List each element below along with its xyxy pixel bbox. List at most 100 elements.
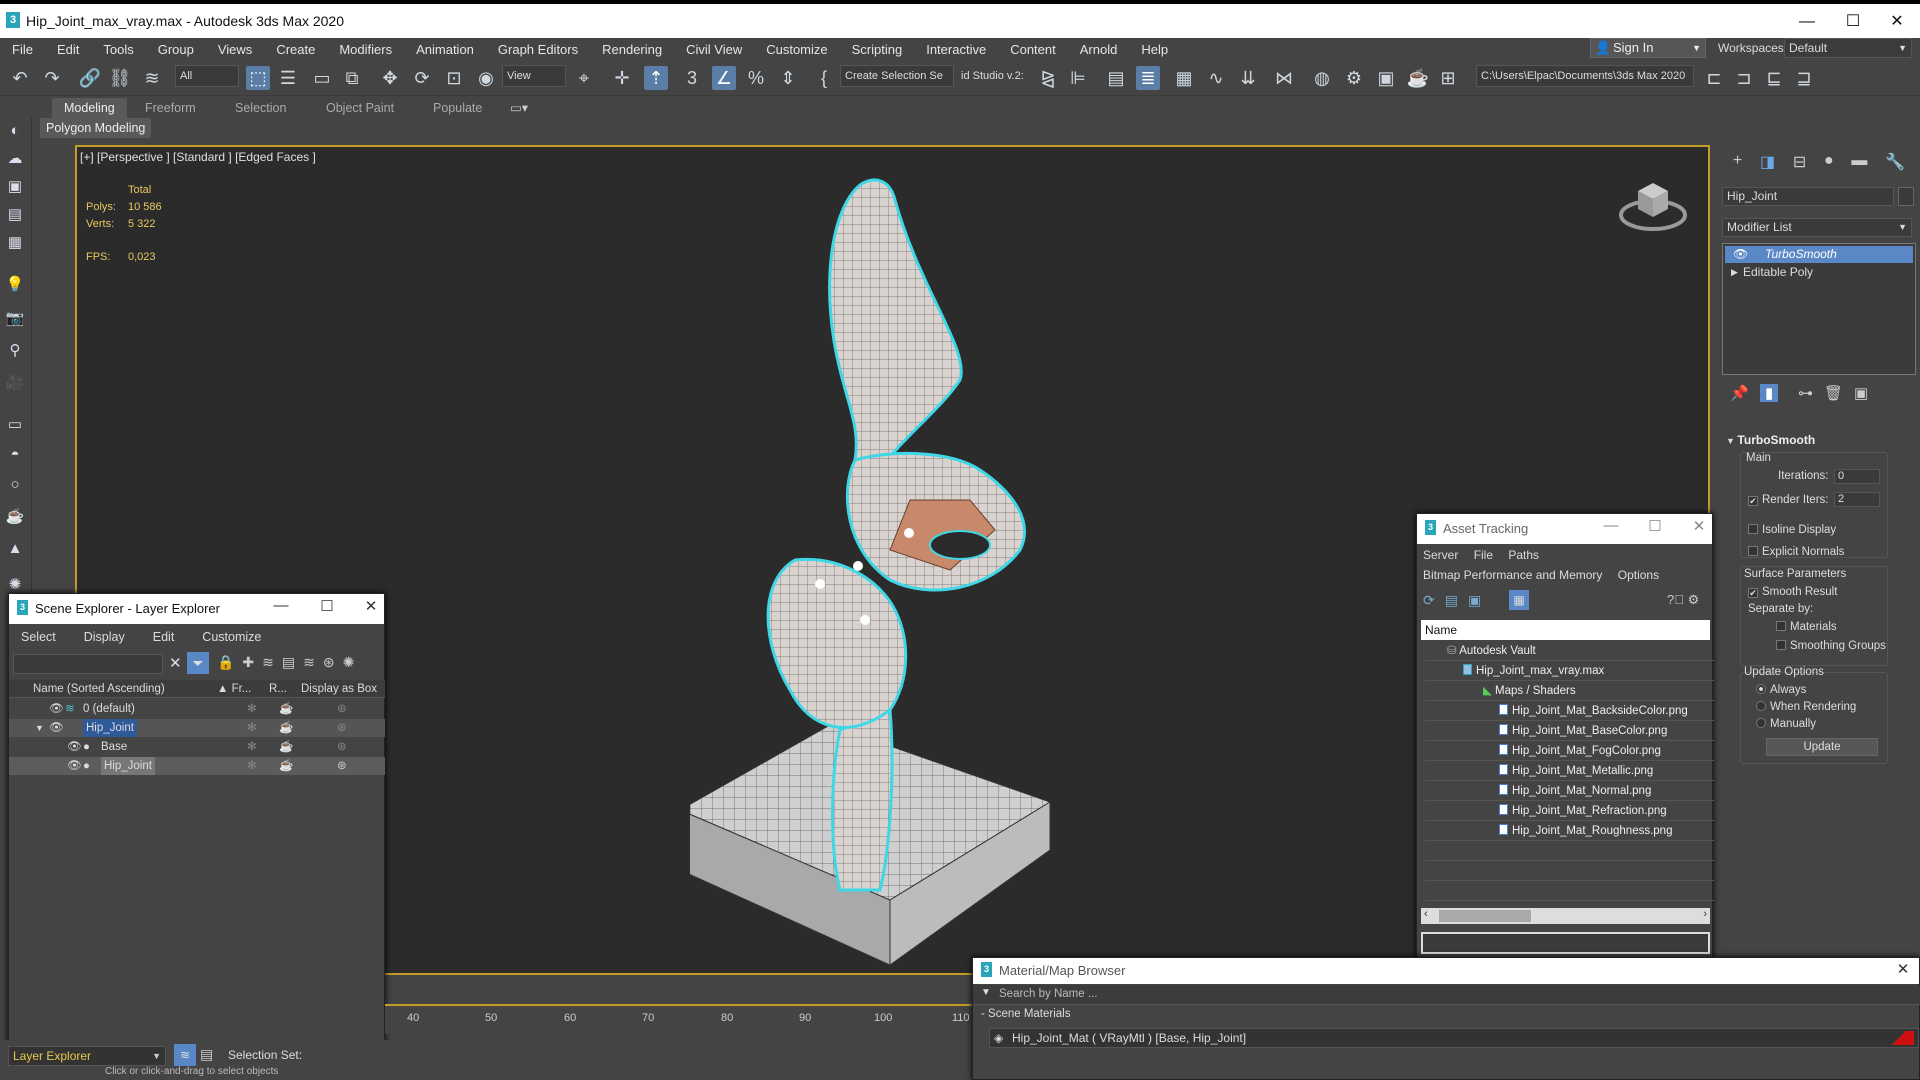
place-icon[interactable]: ◉: [474, 66, 498, 90]
horizontal-scrollbar[interactable]: ‹ ›: [1421, 908, 1710, 924]
list-item[interactable]: Hip_Joint_Mat_BaseColor.png: [1425, 722, 1714, 741]
redo-icon[interactable]: ↷: [40, 66, 64, 90]
table-row[interactable]: 👁 ● Base ✻ ☕ ⊛: [9, 738, 385, 756]
toggle-layer-explorer-icon[interactable]: ≣: [1136, 66, 1160, 90]
edit-named-selection-icon[interactable]: {: [812, 66, 836, 90]
eye-icon[interactable]: 👁: [67, 757, 82, 775]
expand-arrow-icon[interactable]: ▶: [1731, 264, 1738, 281]
menu-modifiers[interactable]: Modifiers: [327, 42, 404, 57]
toggle-ribbon-icon[interactable]: ▦: [1172, 66, 1196, 90]
close-button[interactable]: ✕: [359, 597, 383, 615]
menu-civil-view[interactable]: Civil View: [674, 42, 754, 57]
curve-editor-icon[interactable]: ∿: [1204, 66, 1228, 90]
project-open-icon[interactable]: ⊑: [1762, 66, 1786, 90]
selection-filter-dropdown[interactable]: All: [175, 65, 239, 87]
unlink-icon[interactable]: ⛓: [108, 66, 132, 90]
teapot-icon[interactable]: ☕: [279, 757, 293, 775]
eye-icon[interactable]: 👁: [49, 700, 64, 718]
snaps-toggle-icon[interactable]: 3: [680, 66, 704, 90]
collapse-icon[interactable]: ▼: [35, 719, 44, 737]
list-item[interactable]: Hip_Joint_max_vray.max: [1425, 662, 1714, 681]
stack-item-turbosmooth[interactable]: 👁 TurboSmooth: [1725, 246, 1913, 263]
viewport-label[interactable]: [+] [Perspective ] [Standard ] [Edged Fa…: [80, 150, 316, 164]
toggle-scene-explorer-icon[interactable]: ▤: [1104, 66, 1128, 90]
mirror-icon[interactable]: ⧎: [1036, 66, 1060, 90]
tab-populate[interactable]: Populate: [433, 98, 482, 118]
viewport-layout-icon[interactable]: ◐: [4, 120, 26, 142]
maximize-button[interactable]: ☐: [1838, 10, 1868, 34]
menu-select[interactable]: Select: [21, 630, 56, 644]
tab-modeling[interactable]: Modeling: [52, 98, 127, 118]
bind-spacewarp-icon[interactable]: ≋: [140, 66, 164, 90]
menu-graph-editors[interactable]: Graph Editors: [486, 42, 590, 57]
scene-explorer-titlebar[interactable]: 3 Scene Explorer - Layer Explorer — ☐ ✕: [9, 594, 384, 624]
teapot-icon[interactable]: ☕: [279, 738, 293, 756]
when-rendering-radio[interactable]: When Rendering: [1756, 701, 1856, 713]
scrollbar-thumb[interactable]: [1439, 910, 1531, 922]
show-end-result-icon[interactable]: ▮: [1760, 384, 1779, 402]
asset-tracking-titlebar[interactable]: 3 Asset Tracking — ☐ ✕: [1417, 514, 1712, 544]
menu-interactive[interactable]: Interactive: [914, 42, 998, 57]
menu-customize[interactable]: Customize: [202, 630, 261, 644]
cone-icon[interactable]: ▲: [4, 538, 26, 560]
box-icon[interactable]: ▭: [4, 414, 26, 436]
object-icon[interactable]: ▣: [4, 176, 26, 198]
menu-customize[interactable]: Customize: [754, 42, 839, 57]
smoothing-groups-checkbox[interactable]: Smoothing Groups: [1776, 640, 1886, 652]
minimize-button[interactable]: —: [1599, 517, 1623, 534]
freeze-icon[interactable]: ✻: [247, 719, 257, 737]
box-icon[interactable]: ⊛: [337, 719, 347, 737]
scroll-left-icon[interactable]: ‹: [1424, 908, 1428, 920]
list-item[interactable]: Hip_Joint_Mat_BacksideColor.png: [1425, 702, 1714, 721]
link-icon[interactable]: 🔗: [78, 66, 102, 90]
menu-scripting[interactable]: Scripting: [840, 42, 915, 57]
project-folder-icon[interactable]: ⊏: [1702, 66, 1726, 90]
utilities-tab-icon[interactable]: 🔧: [1885, 152, 1905, 176]
materials-checkbox[interactable]: Materials: [1776, 621, 1837, 633]
dope-sheet-icon[interactable]: ⇊: [1236, 66, 1260, 90]
window-crossing-icon[interactable]: ⧉: [340, 66, 364, 90]
sign-in-dropdown[interactable]: 👤 Sign In ▼: [1590, 38, 1706, 58]
menu-help[interactable]: Help: [1129, 42, 1180, 57]
ribbon-options-icon[interactable]: ▭▾: [510, 98, 528, 118]
table-row[interactable]: ▼ 👁 Hip_Joint ✻ ☕ ⊛: [9, 719, 385, 737]
select-by-name-icon[interactable]: ☰: [276, 66, 300, 90]
col-frozen[interactable]: ▲ Fr...: [217, 680, 251, 698]
teapot-icon[interactable]: ☕: [279, 719, 293, 737]
always-radio[interactable]: Always: [1756, 684, 1806, 696]
select-object-icon[interactable]: ⬚: [246, 66, 270, 90]
menu-arnold[interactable]: Arnold: [1068, 42, 1130, 57]
motion-tab-icon[interactable]: ●: [1824, 152, 1834, 176]
material-browser-titlebar[interactable]: 3 Material/Map Browser ✕: [973, 958, 1919, 984]
layer-tool-icons[interactable]: 🔒✚≋▤≋⊛✺: [217, 654, 362, 671]
close-button[interactable]: ✕: [1687, 517, 1711, 535]
polygon-modeling-panel[interactable]: Polygon Modeling: [40, 118, 152, 138]
make-unique-icon[interactable]: ⊶: [1798, 384, 1813, 402]
eye-icon[interactable]: 👁: [67, 738, 82, 756]
list-item[interactable]: Hip_Joint_Mat_Refraction.png: [1425, 802, 1714, 821]
scale-icon[interactable]: ⊡: [442, 66, 466, 90]
freeze-icon[interactable]: ✻: [247, 738, 257, 756]
minimize-button[interactable]: —: [1792, 10, 1822, 34]
scene-materials-header[interactable]: - Scene Materials: [981, 1008, 1070, 1020]
light-icon[interactable]: 💡: [4, 274, 26, 296]
create-tab-icon[interactable]: +: [1733, 152, 1742, 176]
menu-content[interactable]: Content: [998, 42, 1068, 57]
menu-edit[interactable]: Edit: [153, 630, 175, 644]
tab-selection[interactable]: Selection: [235, 98, 286, 118]
menu-bitmap-performance[interactable]: Bitmap Performance and Memory: [1423, 568, 1602, 582]
remove-modifier-icon[interactable]: 🗑: [1824, 384, 1843, 402]
pivot-center-icon[interactable]: ⌖: [572, 66, 596, 90]
eye-icon[interactable]: 👁: [1733, 246, 1748, 263]
hierarchy-tab-icon[interactable]: ⊟: [1793, 152, 1806, 176]
reference-coordinate-dropdown[interactable]: View: [502, 65, 566, 87]
render-iterative-icon[interactable]: ⊞: [1436, 66, 1460, 90]
video-icon[interactable]: 🎥: [4, 372, 26, 394]
project-path-dropdown[interactable]: C:\Users\Elpac\Documents\3ds Max 2020: [1476, 65, 1694, 87]
table-row[interactable]: 👁 ● Hip_Joint ✻ ☕ ⊛: [9, 757, 385, 775]
filter-icon[interactable]: ⏷: [187, 652, 209, 674]
workspace-dropdown[interactable]: Default ▼: [1784, 38, 1912, 58]
percent-snap-icon[interactable]: %: [744, 66, 768, 90]
timeline[interactable]: 40 50 60 70 80 90 100 110: [385, 1004, 972, 1034]
menu-tools[interactable]: Tools: [91, 42, 145, 57]
